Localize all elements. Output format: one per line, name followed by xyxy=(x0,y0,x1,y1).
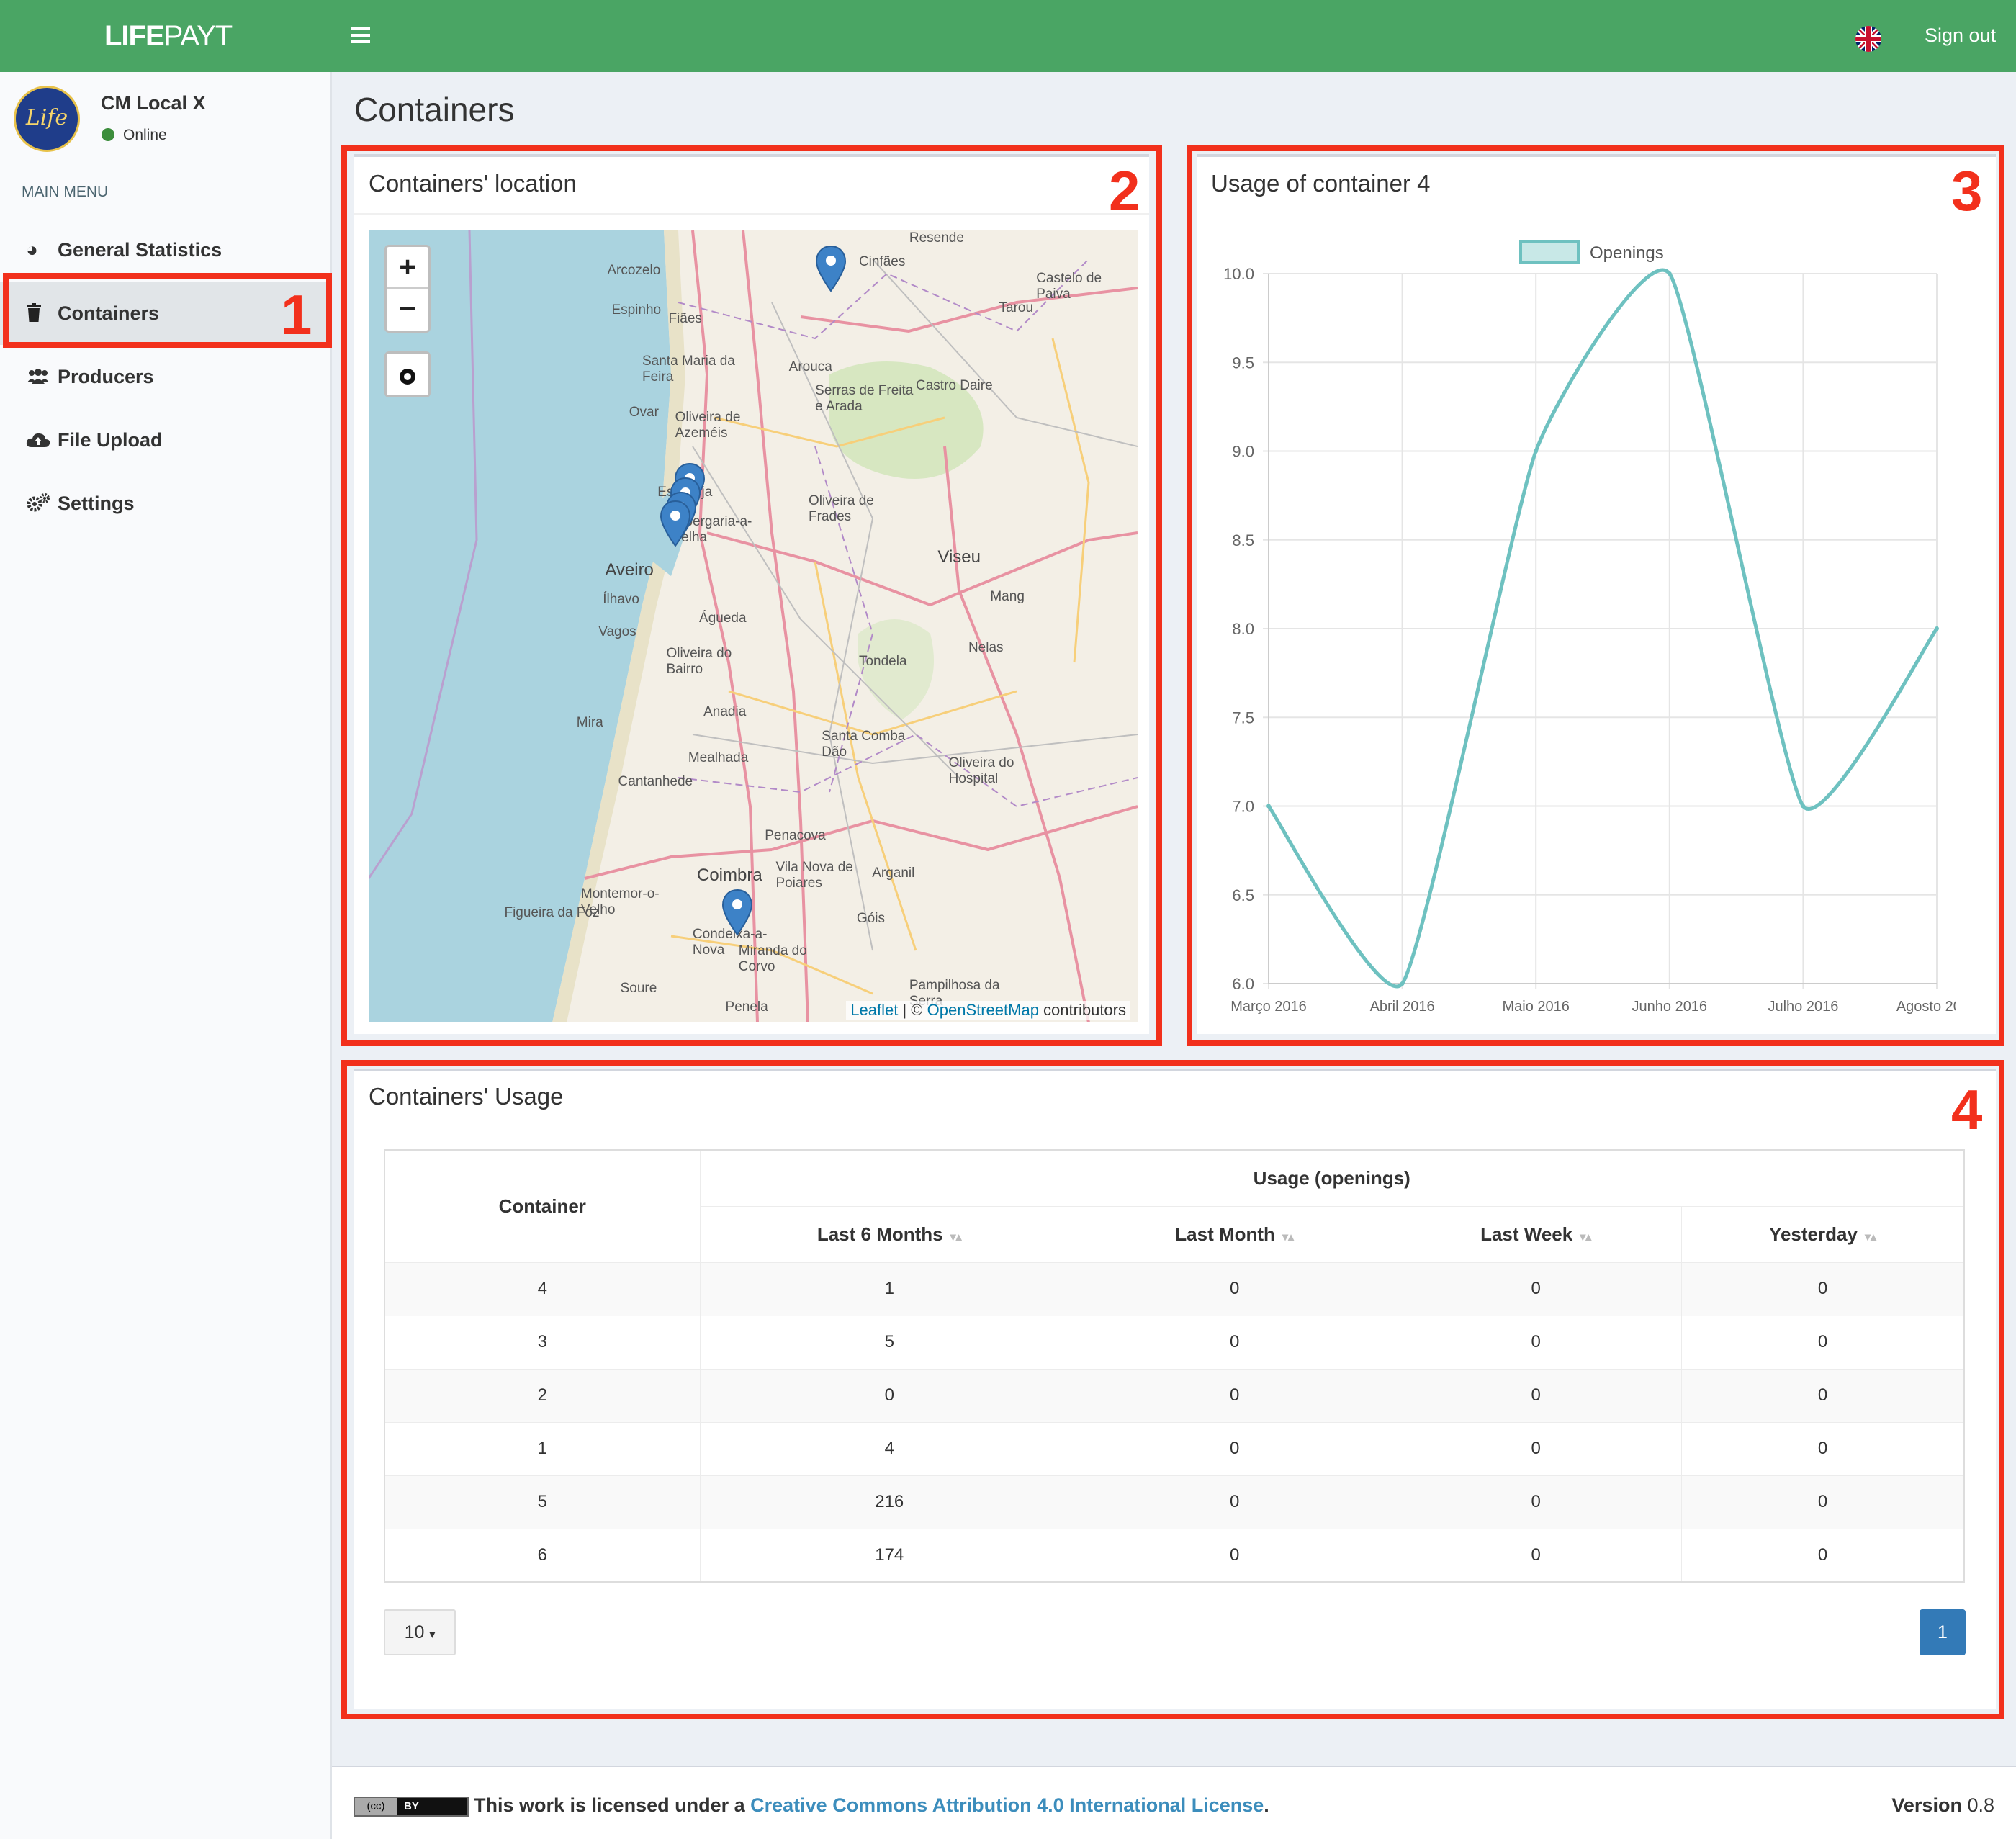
annotation-box-2 xyxy=(341,145,1162,1046)
annotation-number-2: 2 xyxy=(1109,159,1140,222)
cc-by-badge-icon[interactable]: (cc) BY xyxy=(354,1797,469,1817)
annotation-number-1: 1 xyxy=(281,283,312,346)
online-status-icon xyxy=(102,128,114,141)
avatar: Life xyxy=(14,86,80,152)
menu-toggle-icon[interactable] xyxy=(351,27,370,43)
user-status: Online xyxy=(102,127,167,144)
sidebar-item-file-upload[interactable]: File Upload xyxy=(0,408,330,472)
users-icon xyxy=(26,345,50,408)
language-flag-icon[interactable] xyxy=(1855,26,1881,52)
sidebar-item-producers[interactable]: Producers xyxy=(0,345,330,408)
sidebar-item-settings[interactable]: Settings xyxy=(0,472,330,535)
page-title: Containers xyxy=(354,91,515,128)
annotation-number-3: 3 xyxy=(1951,159,1983,222)
cloud-upload-icon xyxy=(26,408,50,472)
sign-out-link[interactable]: Sign out xyxy=(1925,24,1996,47)
annotation-box-3 xyxy=(1187,145,2004,1046)
sidebar-item-general-statistics[interactable]: ◕ General Statistics xyxy=(0,218,330,282)
user-name: CM Local X xyxy=(101,92,206,114)
app-logo[interactable]: LIFEPAYT xyxy=(104,20,233,53)
annotation-number-4: 4 xyxy=(1951,1078,1983,1141)
annotation-box-4 xyxy=(341,1060,2004,1719)
gears-icon xyxy=(26,472,50,535)
main-menu-heading: MAIN MENU xyxy=(22,184,109,200)
footer: (cc) BY This work is licensed under a Cre… xyxy=(332,1766,2016,1839)
top-bar: LIFEPAYT Sign out xyxy=(0,0,2016,72)
license-text: This work is licensed under a Creative C… xyxy=(474,1794,1269,1816)
version-info: Version 0.8 xyxy=(1891,1794,1994,1816)
license-link[interactable]: Creative Commons Attribution 4.0 Interna… xyxy=(750,1794,1264,1816)
pie-chart-icon: ◕ xyxy=(26,238,38,261)
